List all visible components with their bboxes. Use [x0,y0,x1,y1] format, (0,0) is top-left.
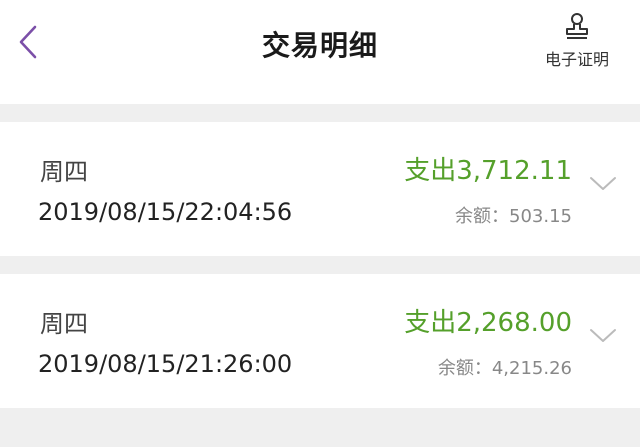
transaction-datetime: 2019/08/15/21:26:00 [38,350,293,378]
transaction-balance: 余额：4,215.26 [437,358,572,379]
transaction-weekday: 周四 [40,310,88,338]
top-nav-bar: 交易明细 电子证明 [0,0,640,104]
stamp-icon [566,13,588,39]
e-certificate-button[interactable]: 电子证明 [532,12,622,74]
transaction-weekday: 周四 [40,158,88,186]
transaction-datetime: 2019/08/15/22:04:56 [38,198,293,226]
transaction-row[interactable]: 周四 2019/08/15/21:26:00 支出2,268.00 余额：4,2… [0,274,640,408]
chevron-down-icon[interactable] [588,174,618,194]
transaction-amount: 支出3,712.11 [404,156,572,186]
transaction-balance: 余额：503.15 [455,206,572,227]
e-certificate-label: 电子证明 [544,50,609,69]
chevron-down-icon[interactable] [588,326,618,346]
transaction-row[interactable]: 周四 2019/08/15/22:04:56 支出3,712.11 余额：503… [0,122,640,256]
transaction-amount: 支出2,268.00 [404,308,572,338]
